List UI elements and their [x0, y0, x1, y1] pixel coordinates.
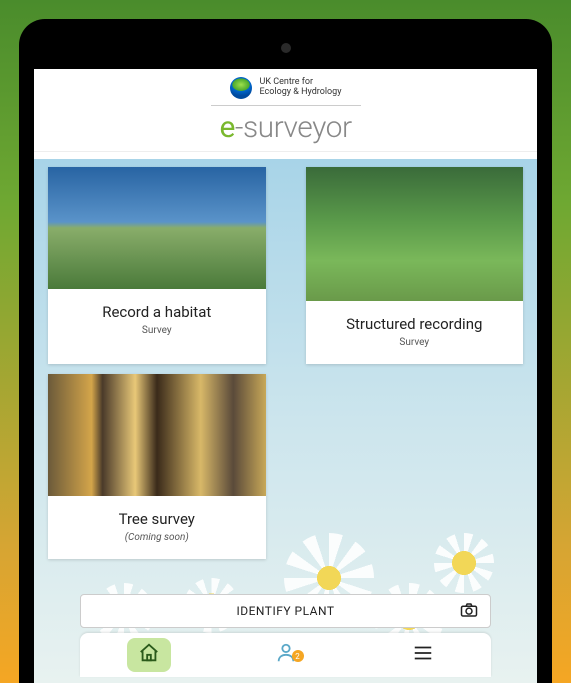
identify-plant-label: IDENTIFY PLANT	[236, 604, 334, 618]
profile-badge: 2	[292, 650, 304, 662]
home-icon	[138, 642, 160, 668]
org-name-line2: Ecology & Hydrology	[260, 87, 342, 97]
card-title: Tree survey	[54, 510, 260, 528]
brand-rest: -surveyor	[235, 110, 352, 145]
tablet-frame: UK Centre for Ecology & Hydrology e-surv…	[19, 19, 552, 683]
card-subtitle: Survey	[54, 325, 260, 336]
card-structured-recording[interactable]: Structured recording Survey	[306, 167, 524, 364]
card-title: Structured recording	[312, 315, 518, 333]
app-screen: UK Centre for Ecology & Hydrology e-surv…	[34, 69, 537, 683]
card-record-habitat[interactable]: Record a habitat Survey	[48, 167, 266, 364]
nav-profile-button[interactable]: 2	[264, 638, 308, 672]
card-subtitle: (Coming soon)	[54, 532, 260, 543]
hamburger-icon	[412, 642, 434, 668]
camera-icon	[460, 602, 478, 621]
nav-menu-button[interactable]	[401, 638, 445, 672]
bottom-nav: 2	[80, 633, 491, 677]
org-name: UK Centre for Ecology & Hydrology	[260, 78, 342, 98]
card-image-habitat	[48, 167, 266, 289]
card-title: Record a habitat	[54, 303, 260, 321]
identify-plant-button[interactable]: IDENTIFY PLANT	[80, 594, 491, 628]
survey-card-grid: Record a habitat Survey Structured recor…	[34, 159, 537, 567]
ukceh-logo-icon	[230, 77, 252, 99]
card-tree-survey[interactable]: Tree survey (Coming soon)	[48, 374, 266, 559]
app-header: UK Centre for Ecology & Hydrology e-surv…	[34, 69, 537, 152]
nav-home-button[interactable]	[127, 638, 171, 672]
card-image-tree	[48, 374, 266, 496]
org-name-line1: UK Centre for	[260, 77, 314, 87]
main-content: Record a habitat Survey Structured recor…	[34, 159, 537, 683]
device-camera-icon	[281, 43, 291, 53]
brand-prefix: e	[219, 110, 234, 145]
card-subtitle: Survey	[312, 337, 518, 348]
card-image-structured	[306, 167, 524, 301]
org-logo-block: UK Centre for Ecology & Hydrology	[211, 77, 361, 106]
app-brand: e-surveyor	[34, 110, 537, 145]
